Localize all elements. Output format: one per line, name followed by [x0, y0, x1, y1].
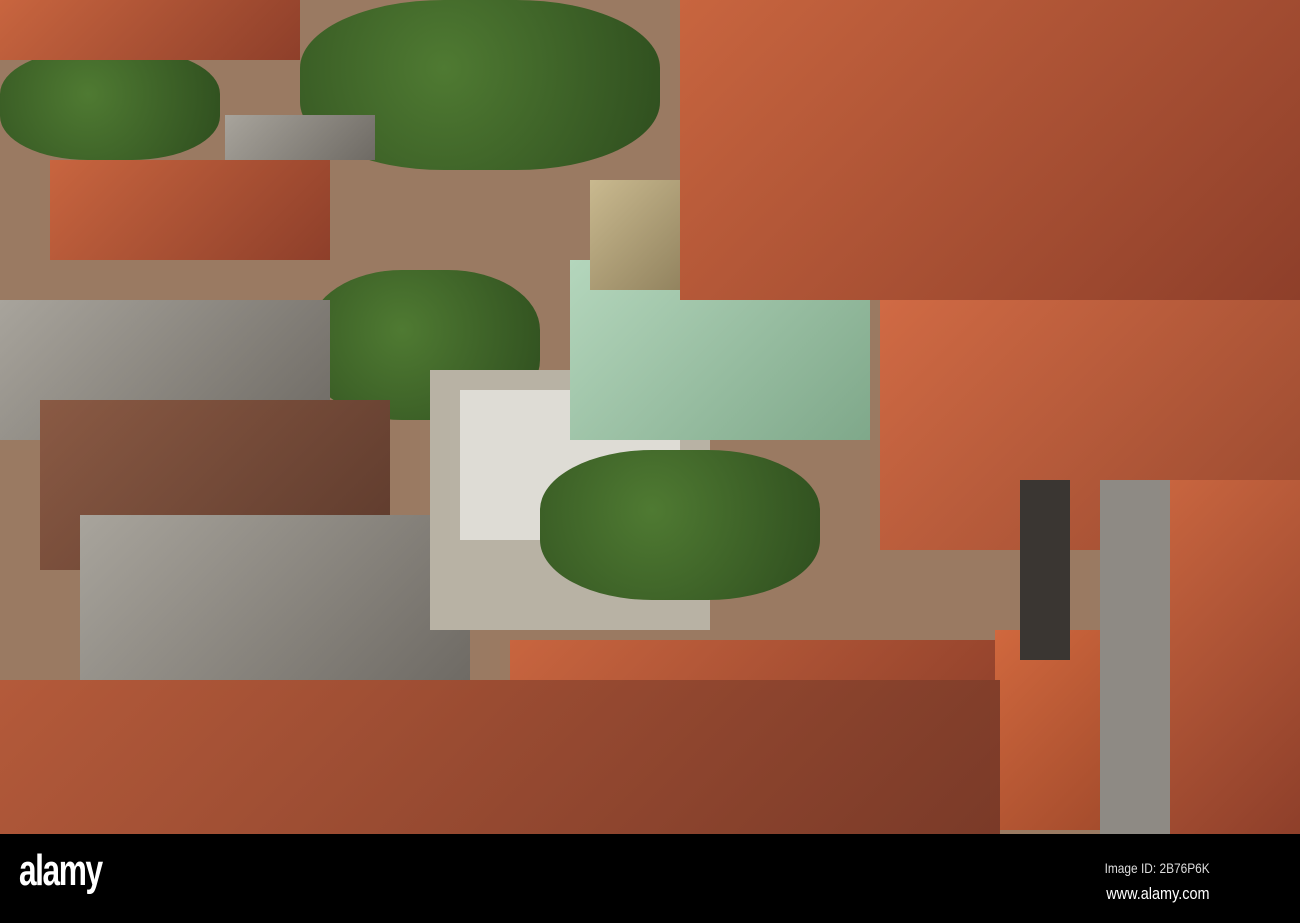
building-north-left — [0, 0, 300, 60]
roofs-southeast — [1170, 480, 1300, 834]
buildings-southwest — [80, 515, 470, 685]
aerial-photo — [0, 0, 1300, 834]
building-grey-top — [225, 115, 375, 160]
trees-south-market — [540, 450, 820, 600]
roofs-south — [0, 680, 1000, 834]
watermark-bar — [0, 834, 1300, 923]
lamberti-spire — [1020, 480, 1070, 660]
image-id: Image ID: 2B76P6K — [1104, 860, 1210, 876]
building-northwest — [50, 160, 330, 260]
trees-northwest — [0, 50, 220, 160]
street-east — [1100, 480, 1170, 834]
old-town-roofs-northeast — [680, 0, 1300, 300]
website-url: www.alamy.com — [1106, 884, 1210, 903]
alamy-logo: alamy — [19, 846, 103, 895]
